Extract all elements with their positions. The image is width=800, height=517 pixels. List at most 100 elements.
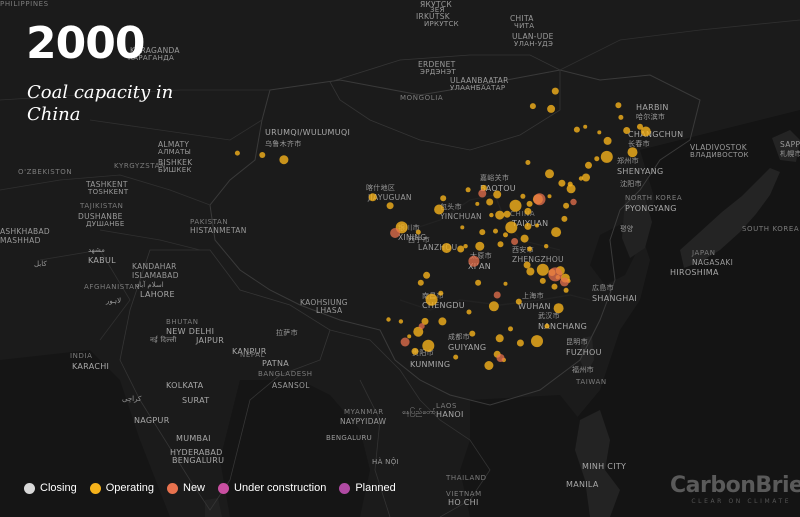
operating-plant-point bbox=[603, 136, 612, 145]
operating-plant-point bbox=[453, 354, 459, 360]
operating-plant-point bbox=[524, 222, 532, 230]
operating-plant-point bbox=[438, 290, 444, 296]
operating-plant-point bbox=[525, 160, 531, 165]
year-title: 2000 bbox=[26, 18, 145, 69]
operating-plant-point bbox=[526, 200, 533, 207]
operating-plant-point bbox=[600, 150, 613, 163]
legend: Closing Operating New Under construction Pla… bbox=[24, 482, 396, 494]
operating-plant-point bbox=[553, 303, 564, 314]
operating-plant-point bbox=[523, 261, 531, 269]
operating-plant-point bbox=[516, 339, 524, 347]
operating-plant-point bbox=[425, 293, 438, 306]
legend-label: Operating bbox=[105, 482, 154, 494]
legend-item: New bbox=[167, 482, 205, 494]
brand-tagline: CLEAR ON CLIMATE bbox=[691, 498, 792, 505]
operating-plant-point bbox=[489, 212, 494, 218]
operating-plant-point bbox=[495, 334, 504, 343]
operating-plant-point bbox=[466, 309, 472, 315]
new-plant-point bbox=[478, 189, 487, 198]
new-plant-point bbox=[418, 323, 425, 330]
operating-plant-point bbox=[259, 152, 266, 158]
operating-plant-point bbox=[637, 123, 643, 130]
operating-plant-point bbox=[463, 244, 468, 249]
new-plant-point bbox=[548, 267, 563, 282]
operating-plant-point bbox=[524, 207, 532, 215]
operating-plant-point bbox=[551, 283, 558, 290]
operating-plant-point bbox=[618, 114, 624, 120]
operating-plant-point bbox=[386, 202, 394, 210]
operating-plant-point bbox=[509, 199, 522, 212]
map-subtitle: Coal capacity in China bbox=[27, 82, 174, 125]
operating-plant-point bbox=[544, 323, 550, 329]
operating-plant-point bbox=[508, 326, 513, 332]
operating-plant-point bbox=[457, 245, 465, 253]
operating-plant-point bbox=[561, 215, 568, 222]
operating-plant-point bbox=[597, 130, 602, 135]
operating-plant-point bbox=[547, 194, 552, 199]
operating-plant-point bbox=[582, 173, 590, 182]
operating-plant-point bbox=[515, 298, 522, 305]
operating-plant-point bbox=[386, 317, 391, 322]
new-plant-point bbox=[493, 291, 501, 299]
operating-plant-point bbox=[486, 198, 494, 206]
operating-plant-point bbox=[529, 103, 536, 110]
operating-plant-point bbox=[627, 147, 638, 158]
operating-plant-point bbox=[417, 279, 424, 286]
operating-plant-point bbox=[279, 155, 289, 165]
operating-plant-point bbox=[415, 229, 421, 235]
new-plant-point bbox=[559, 277, 569, 287]
operating-plant-point bbox=[583, 124, 588, 129]
operating-plant-point bbox=[551, 227, 562, 238]
operating-plant-point bbox=[423, 271, 431, 279]
operating-plant-point bbox=[422, 339, 435, 352]
coal-capacity-map: ЯКУТСК ЗЕЯ IRKUTSK ИРКУТСК CHITA ЧИТА KARAGAND… bbox=[0, 0, 800, 517]
operating-plant-point bbox=[440, 195, 447, 202]
legend-swatch bbox=[218, 482, 230, 494]
operating-plant-point bbox=[398, 319, 404, 324]
operating-plant-point bbox=[503, 210, 511, 218]
legend-swatch bbox=[339, 482, 351, 494]
operating-plant-point bbox=[234, 150, 240, 156]
operating-plant-point bbox=[535, 223, 539, 228]
operating-plant-point bbox=[527, 246, 533, 252]
operating-plant-point bbox=[545, 169, 554, 179]
legend-label: Under construction bbox=[234, 482, 327, 494]
legend-label: Closing bbox=[40, 482, 77, 494]
operating-plant-point bbox=[539, 277, 546, 284]
operating-plant-point bbox=[488, 301, 499, 312]
legend-item: Under construction bbox=[218, 482, 326, 494]
legend-swatch bbox=[24, 482, 35, 494]
new-plant-point bbox=[496, 354, 505, 362]
operating-plant-point bbox=[544, 244, 549, 249]
operating-plant-point bbox=[503, 281, 508, 286]
operating-plant-point bbox=[531, 335, 543, 348]
legend-label: Planned bbox=[355, 482, 396, 494]
legend-item: Closing bbox=[24, 482, 77, 494]
operating-plant-point bbox=[503, 232, 508, 238]
operating-plant-point bbox=[551, 87, 559, 95]
operating-plant-point bbox=[536, 263, 549, 276]
operating-plant-point bbox=[469, 330, 476, 337]
operating-plant-point bbox=[497, 241, 504, 248]
operating-plant-point bbox=[434, 204, 445, 215]
operating-plant-point bbox=[475, 279, 482, 286]
new-plant-point bbox=[390, 228, 401, 238]
operating-plant-point bbox=[526, 267, 535, 276]
operating-plant-point bbox=[441, 243, 452, 253]
new-plant-point bbox=[511, 238, 519, 245]
operating-plant-point bbox=[623, 127, 631, 134]
new-plant-point bbox=[533, 193, 546, 206]
operating-plant-point bbox=[475, 241, 485, 251]
operating-plant-point bbox=[558, 179, 566, 187]
operating-plant-point bbox=[615, 102, 622, 109]
legend-swatch bbox=[167, 482, 178, 494]
operating-plant-point bbox=[563, 202, 570, 209]
operating-plant-point bbox=[493, 190, 502, 199]
brand-name: CarbonBrief bbox=[670, 473, 800, 498]
carbonbrief-logo: CarbonBrief CLEAR ON CLIMATE bbox=[670, 474, 800, 506]
operating-plant-point bbox=[411, 347, 419, 355]
operating-plant-point bbox=[505, 221, 518, 234]
new-plant-point bbox=[400, 337, 410, 347]
operating-plant-point bbox=[585, 161, 592, 169]
operating-plant-point bbox=[368, 193, 377, 202]
